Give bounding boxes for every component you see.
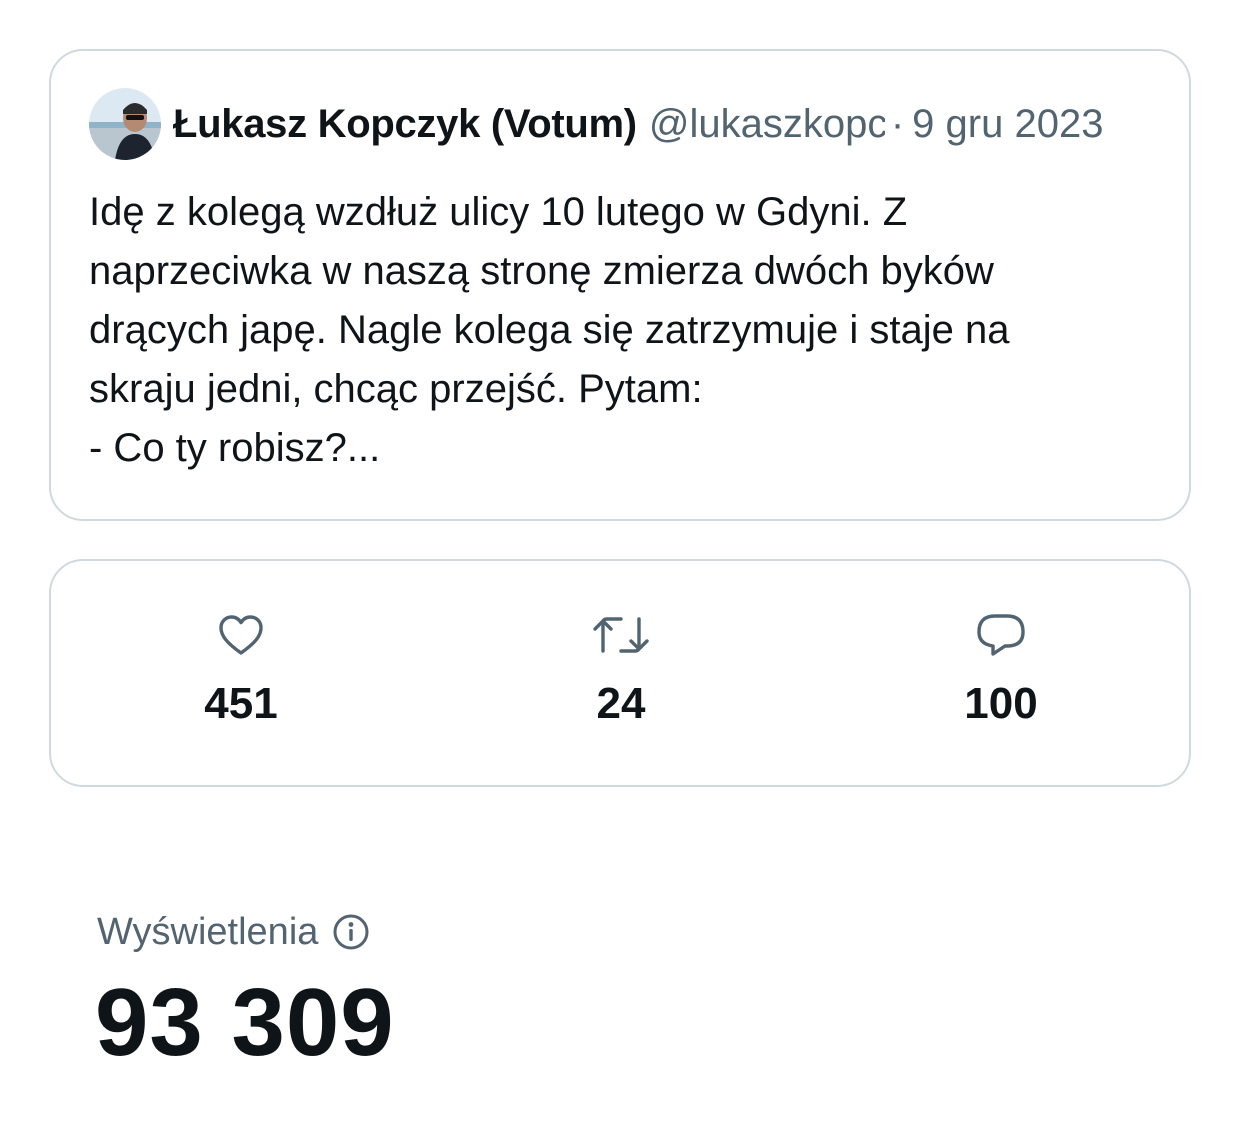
heart-icon[interactable]	[141, 611, 341, 659]
tweet-text-line: drących japę. Nagle kolega się zatrzymuj…	[89, 308, 1010, 352]
retweet-icon[interactable]	[521, 611, 721, 659]
engagement-stats-card: 451 24 100	[49, 559, 1191, 787]
tweet-text: Idę z kolegą wzdłuż ulicy 10 lutego w Gd…	[89, 183, 1159, 478]
author-name[interactable]: Łukasz Kopczyk (Votum)	[173, 102, 637, 147]
avatar[interactable]	[89, 88, 161, 160]
replies-count: 100	[964, 679, 1038, 728]
tweet-text-line: - Co ty robisz?...	[89, 426, 381, 470]
tweet-text-line: naprzeciwka w naszą stronę zmierza dwóch…	[89, 249, 994, 293]
author-handle[interactable]: @lukaszkopczyk	[649, 102, 885, 147]
views-count: 93 309	[95, 969, 395, 1076]
likes-stat[interactable]: 451	[141, 611, 341, 729]
quoted-tweet-card[interactable]: Łukasz Kopczyk (Votum) @lukaszkopczyk · …	[49, 49, 1191, 521]
tweet-text-line: skraju jedni, chcąc przejść. Pytam:	[89, 367, 703, 411]
retweets-stat[interactable]: 24	[521, 611, 721, 729]
reply-icon[interactable]	[901, 611, 1101, 659]
tweet-date[interactable]: 9 gru 2023	[912, 102, 1103, 147]
tweet-text-line: Idę z kolegą wzdłuż ulicy 10 lutego w Gd…	[89, 190, 908, 234]
replies-stat[interactable]: 100	[901, 611, 1101, 729]
tweet-header: Łukasz Kopczyk (Votum) @lukaszkopczyk · …	[89, 87, 1153, 161]
separator-dot: ·	[890, 101, 905, 146]
info-icon[interactable]	[332, 913, 370, 951]
views-label-row: Wyświetlenia	[97, 905, 370, 959]
likes-count: 451	[204, 679, 278, 728]
views-label: Wyświetlenia	[97, 910, 319, 953]
retweets-count: 24	[596, 679, 646, 728]
